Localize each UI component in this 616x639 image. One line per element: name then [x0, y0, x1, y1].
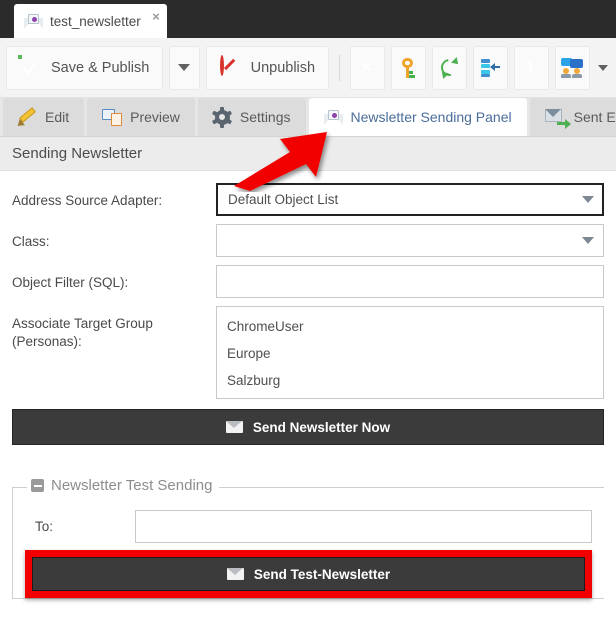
dependencies-icon	[479, 57, 501, 79]
form-row-to: To:	[25, 510, 592, 543]
list-item[interactable]: Salzburg	[217, 367, 603, 394]
newsletter-test-sending-fieldset: Newsletter Test Sending To: Send Test-Ne…	[12, 487, 604, 599]
send-newsletter-now-button[interactable]: Send Newsletter Now	[12, 409, 604, 445]
sent-mail-icon	[545, 109, 566, 125]
address-source-adapter-value: Default Object List	[228, 192, 338, 207]
chevron-down-icon	[582, 196, 594, 203]
save-and-publish-button[interactable]: Save & Publish	[6, 46, 163, 90]
page-title: Sending Newsletter	[0, 137, 616, 171]
refresh-icon	[439, 57, 461, 79]
newsletter-test-sending-body: To: Send Test-Newsletter	[13, 510, 604, 598]
save-and-publish-dropdown-button[interactable]	[169, 46, 199, 90]
target-group-label-line1: Associate Target Group	[12, 315, 216, 333]
section-tab-bar: Edit Preview Settings Newsletter Sending…	[0, 98, 616, 137]
info-button[interactable]	[514, 46, 549, 90]
envelope-icon	[227, 568, 244, 580]
no-entry-icon	[220, 57, 242, 79]
to-input[interactable]	[135, 510, 592, 543]
green-check-badge-icon	[20, 57, 42, 79]
class-label: Class:	[12, 224, 216, 251]
info-icon	[520, 57, 542, 79]
preview-icon	[102, 108, 122, 126]
document-tab-test-newsletter[interactable]: test_newsletter ×	[14, 4, 167, 38]
permissions-button[interactable]	[391, 46, 426, 90]
list-item[interactable]: Europe	[217, 340, 603, 367]
send-newsletter-now-label: Send Newsletter Now	[253, 420, 390, 435]
class-select[interactable]	[216, 224, 604, 257]
application-window: test_newsletter × Save & Publish Unpubli…	[0, 0, 616, 639]
collapse-toggle-icon[interactable]	[31, 479, 44, 492]
tab-preview-label: Preview	[130, 109, 180, 125]
to-label: To:	[25, 519, 135, 534]
newsletter-envelope-icon	[24, 14, 43, 29]
address-source-adapter-label: Address Source Adapter:	[12, 183, 216, 210]
save-and-publish-label: Save & Publish	[51, 60, 149, 76]
newsletter-test-sending-legend-label: Newsletter Test Sending	[51, 477, 212, 494]
send-test-newsletter-button[interactable]: Send Test-Newsletter	[32, 557, 585, 591]
gear-icon	[213, 108, 232, 127]
tab-sent-emails-label: Sent Emails	[574, 109, 616, 125]
tab-edit[interactable]: Edit	[3, 98, 84, 136]
target-group-label-line2: (Personas):	[12, 333, 216, 351]
toolbar-separator	[339, 55, 340, 81]
object-filter-input[interactable]	[216, 265, 604, 298]
unpublish-label: Unpublish	[251, 60, 316, 76]
target-groups-button[interactable]	[555, 46, 590, 90]
unpublish-button[interactable]: Unpublish	[206, 46, 330, 90]
form-row-address-source-adapter: Address Source Adapter: Default Object L…	[12, 183, 604, 216]
document-tab-label: test_newsletter	[50, 14, 141, 29]
newsletter-test-sending-legend: Newsletter Test Sending	[27, 477, 219, 494]
tab-settings[interactable]: Settings	[198, 98, 306, 136]
tab-preview[interactable]: Preview	[87, 98, 195, 136]
users-icon	[560, 58, 584, 78]
form-row-class: Class:	[12, 224, 604, 257]
target-group-listbox[interactable]: ChromeUser Europe Salzburg	[216, 306, 604, 399]
close-icon[interactable]: ×	[152, 10, 160, 23]
delete-button[interactable]	[350, 46, 385, 90]
dependencies-button[interactable]	[473, 46, 508, 90]
chevron-down-icon	[178, 64, 190, 71]
tab-newsletter-sending-panel-label: Newsletter Sending Panel	[351, 109, 512, 125]
reload-button[interactable]	[432, 46, 467, 90]
envelope-icon	[226, 421, 243, 433]
target-group-label: Associate Target Group (Personas):	[12, 306, 216, 351]
key-icon	[398, 57, 420, 79]
chevron-down-icon	[582, 237, 594, 244]
toolbar-overflow-button[interactable]	[596, 46, 610, 90]
pencil-icon	[18, 108, 37, 127]
sending-newsletter-form: Address Source Adapter: Default Object L…	[0, 171, 616, 399]
list-item[interactable]: ChromeUser	[217, 313, 603, 340]
main-toolbar: Save & Publish Unpublish	[0, 38, 616, 98]
tab-edit-label: Edit	[45, 109, 69, 125]
send-test-newsletter-label: Send Test-Newsletter	[254, 567, 390, 582]
chevron-down-icon	[598, 65, 608, 71]
tab-newsletter-sending-panel[interactable]: Newsletter Sending Panel	[309, 98, 527, 136]
tab-settings-label: Settings	[240, 109, 291, 125]
form-row-object-filter: Object Filter (SQL):	[12, 265, 604, 298]
newsletter-envelope-icon	[324, 110, 343, 125]
red-x-circle-icon	[357, 57, 379, 79]
form-row-target-group: Associate Target Group (Personas): Chrom…	[12, 306, 604, 399]
red-highlight-box: Send Test-Newsletter	[25, 550, 592, 598]
tab-sent-emails[interactable]: Sent Emails	[530, 98, 616, 136]
object-filter-label: Object Filter (SQL):	[12, 265, 216, 292]
title-bar: test_newsletter ×	[0, 0, 616, 38]
address-source-adapter-select[interactable]: Default Object List	[216, 183, 604, 216]
